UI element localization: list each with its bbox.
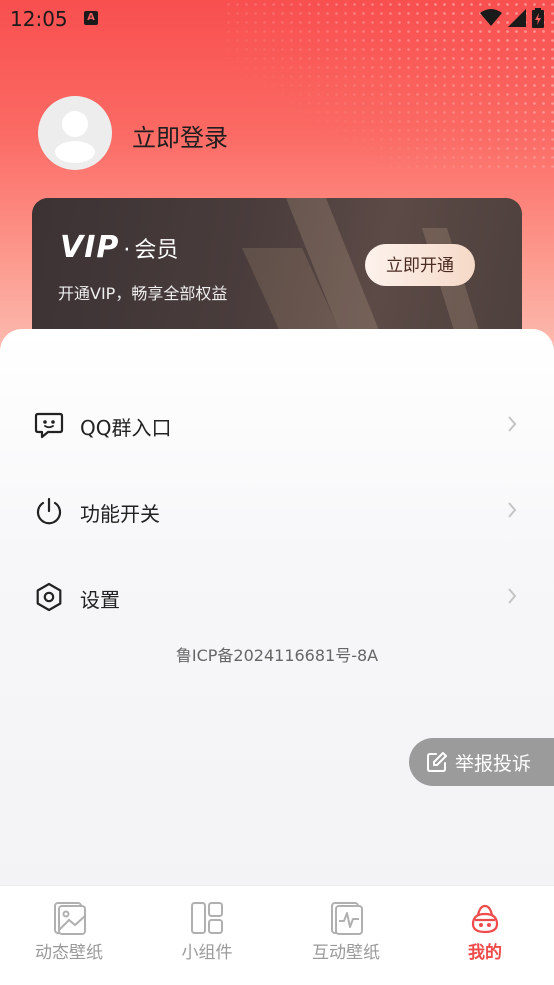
vip-title-suffix: 会员 bbox=[134, 238, 179, 263]
menu-item-settings[interactable]: 设置 bbox=[0, 567, 554, 627]
tab-label: 互动壁纸 bbox=[312, 943, 380, 963]
tab-label: 动态壁纸 bbox=[35, 943, 103, 963]
bottom-tab-bar: 动态壁纸 小组件 互动壁纸 我的 bbox=[0, 885, 554, 985]
menu-item-label: 功能开关 bbox=[80, 502, 160, 526]
settings-hexagon-icon bbox=[36, 582, 62, 612]
vip-subtitle: 开通VIP，畅享全部权益 bbox=[58, 284, 228, 303]
edit-icon bbox=[427, 752, 447, 772]
menu-sheet: QQ群入口 功能开关 设置 鲁ICP备2024116681号-8A bbox=[0, 329, 554, 889]
chevron-right-icon bbox=[508, 502, 517, 518]
login-link[interactable]: 立即登录 bbox=[132, 118, 228, 153]
vip-title: VIP · 会员 bbox=[60, 230, 178, 265]
tab-interactive-wallpaper[interactable]: 互动壁纸 bbox=[286, 900, 406, 963]
qq-chat-icon bbox=[34, 412, 64, 439]
tab-label: 小组件 bbox=[181, 943, 233, 963]
tab-label: 我的 bbox=[468, 943, 502, 963]
menu-item-feature-switch[interactable]: 功能开关 bbox=[0, 481, 554, 541]
widget-icon bbox=[191, 902, 223, 934]
status-time: 12:05 bbox=[10, 7, 68, 31]
vip-title-main: VIP bbox=[60, 230, 120, 265]
avatar[interactable] bbox=[38, 96, 112, 170]
report-label: 举报投诉 bbox=[455, 752, 532, 775]
live-wallpaper-icon bbox=[54, 902, 86, 935]
signal-icon bbox=[508, 9, 526, 27]
wifi-icon bbox=[480, 9, 502, 26]
power-icon bbox=[36, 497, 62, 525]
status-bar: 12:05 A bbox=[0, 0, 554, 36]
menu-item-label: QQ群入口 bbox=[80, 416, 172, 440]
user-icon bbox=[55, 111, 95, 163]
menu-item-qq-group[interactable]: QQ群入口 bbox=[0, 395, 554, 455]
chevron-right-icon bbox=[508, 416, 517, 432]
vip-open-button[interactable]: 立即开通 bbox=[365, 244, 475, 286]
notification-icon: A bbox=[84, 11, 98, 25]
vip-title-dot: · bbox=[123, 238, 131, 263]
icp-license[interactable]: 鲁ICP备2024116681号-8A bbox=[0, 642, 554, 666]
report-button[interactable]: 举报投诉 bbox=[409, 738, 554, 786]
tab-mine[interactable]: 我的 bbox=[425, 900, 545, 963]
interactive-wallpaper-icon bbox=[331, 902, 363, 935]
mine-icon bbox=[471, 904, 499, 934]
tab-live-wallpaper[interactable]: 动态壁纸 bbox=[9, 900, 129, 963]
tab-widgets[interactable]: 小组件 bbox=[147, 900, 267, 963]
chevron-right-icon bbox=[508, 588, 517, 604]
vip-card[interactable]: VIP · 会员 开通VIP，畅享全部权益 立即开通 bbox=[32, 198, 522, 348]
menu-item-label: 设置 bbox=[80, 588, 120, 612]
battery-icon bbox=[532, 8, 544, 28]
